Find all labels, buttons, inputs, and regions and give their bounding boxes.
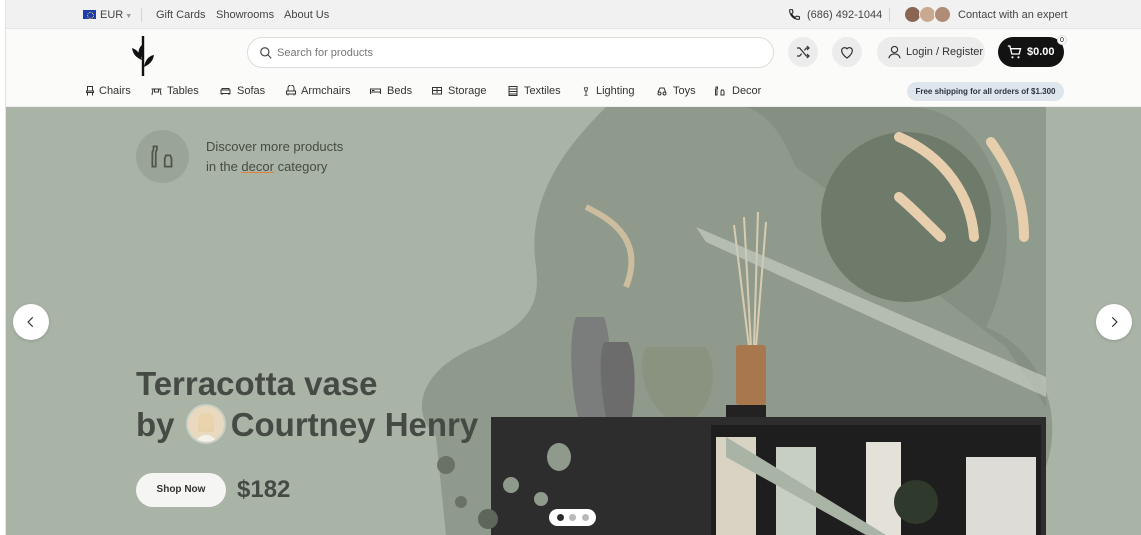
nav-label: Textiles (524, 85, 561, 97)
avatar (934, 6, 951, 23)
nav-label: Lighting (596, 85, 635, 97)
product-price: $182 (237, 476, 291, 503)
category-nav: Chairs Tables Sofas Armchairs Beds Stora… (6, 79, 1141, 107)
contact-expert-link[interactable]: Contact with an expert (958, 9, 1067, 21)
armchair-icon (286, 85, 296, 96)
nav-label: Sofas (237, 85, 266, 97)
divider (141, 8, 142, 22)
shuffle-icon (797, 45, 810, 59)
nav-label: Storage (448, 85, 487, 97)
cart-button[interactable]: $0.00 (998, 37, 1064, 67)
cart-total: $0.00 (1027, 46, 1055, 58)
discover-line-2: in the decor category (206, 157, 406, 177)
phone-icon (789, 9, 800, 20)
headline-product: Terracotta vase (136, 365, 378, 402)
eu-flag-icon (83, 10, 96, 19)
decor-category-link[interactable]: decor (241, 159, 274, 174)
compare-button[interactable] (788, 37, 818, 67)
link-gift-cards[interactable]: Gift Cards (156, 9, 206, 21)
wishlist-button[interactable] (832, 37, 862, 67)
lamp-icon (583, 87, 589, 96)
nav-label: Tables (167, 85, 199, 97)
slide-dot-3[interactable] (582, 514, 589, 521)
headline-by: by (136, 406, 175, 443)
heart-icon (841, 47, 853, 59)
sofa-icon (220, 88, 231, 95)
link-showrooms[interactable]: Showrooms (216, 9, 274, 21)
brand-logo[interactable] (128, 36, 158, 76)
hero-banner: Discover more products in the decor cate… (6, 107, 1141, 535)
slider-pagination (549, 509, 596, 526)
storage-icon (432, 87, 442, 95)
toy-icon (657, 87, 667, 96)
phone-number: (686) 492-1044 (807, 9, 883, 21)
table-icon (151, 88, 162, 96)
header: Search for products Login / Register $0.… (6, 29, 1141, 79)
designer-avatar (185, 404, 226, 444)
bed-icon (370, 88, 381, 94)
discover-pre: in the (206, 159, 242, 174)
cart-count-badge: 0 (1057, 35, 1067, 45)
search-icon (260, 47, 272, 59)
nav-label: Beds (387, 85, 413, 97)
slider-prev-button[interactable] (13, 304, 49, 340)
free-shipping-badge: Free shipping for all orders of $1.300 (907, 82, 1064, 101)
discover-line-1: Discover more products (206, 139, 344, 154)
headline-designer: by Courtney Henry (136, 404, 478, 445)
shop-now-button[interactable]: Shop Now (136, 473, 226, 507)
chevron-left-icon (27, 316, 34, 328)
slide-dot-1[interactable] (557, 514, 564, 521)
textile-icon (508, 86, 518, 96)
vase-icon (151, 145, 173, 168)
hero-headline: Terracotta vase by Courtney Henry (136, 363, 478, 445)
search-box[interactable]: Search for products (247, 37, 774, 68)
decor-category-icon[interactable] (136, 130, 189, 183)
nav-label: Chairs (99, 85, 131, 97)
currency-label: EUR (100, 9, 124, 21)
chevron-down-icon: ▼ (125, 13, 133, 20)
discover-text: Discover more products in the decor cate… (206, 137, 406, 177)
expert-avatars[interactable] (904, 6, 952, 24)
link-about-us[interactable]: About Us (284, 9, 329, 21)
chair-icon (86, 86, 94, 96)
cart-icon (1007, 45, 1022, 59)
login-label: Login / Register (906, 46, 984, 58)
page-frame: EUR ▼ Gift Cards Showrooms About Us (686)… (5, 0, 1141, 535)
chevron-right-icon (1111, 316, 1118, 328)
nav-label: Decor (732, 85, 762, 97)
nav-label: Toys (673, 85, 696, 97)
divider (889, 8, 890, 22)
login-register-button[interactable]: Login / Register (877, 37, 985, 67)
user-icon (888, 45, 901, 59)
currency-selector[interactable]: EUR ▼ (83, 9, 132, 23)
search-input[interactable]: Search for products (277, 47, 373, 59)
slider-next-button[interactable] (1096, 304, 1132, 340)
nav-label: Armchairs (301, 85, 351, 97)
headline-designer-name: Courtney Henry (230, 406, 479, 443)
top-bar: EUR ▼ Gift Cards Showrooms About Us (686)… (6, 0, 1141, 29)
vase-icon (715, 86, 725, 96)
slide-dot-2[interactable] (569, 514, 576, 521)
discover-post: category (273, 159, 328, 174)
